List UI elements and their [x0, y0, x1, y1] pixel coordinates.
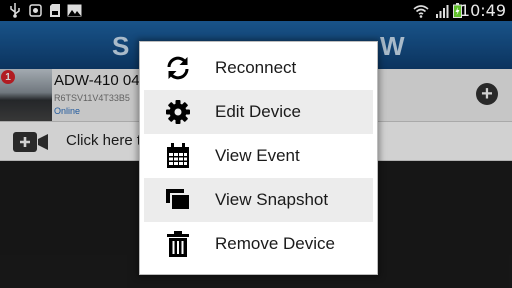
menu-item-label: Edit Device	[215, 102, 301, 121]
usb-icon	[8, 3, 22, 18]
clock: 10:49	[459, 1, 506, 20]
calendar-icon	[164, 142, 192, 170]
refresh-icon	[164, 54, 192, 82]
menu-item-edit-device[interactable]: Edit Device	[144, 90, 373, 134]
image-icon	[66, 3, 82, 18]
menu-item-label: View Snapshot	[215, 190, 329, 209]
snapshot-icon	[164, 186, 192, 214]
menu-item-view-snapshot[interactable]: View Snapshot	[144, 178, 373, 222]
signal-icon	[434, 3, 450, 18]
menu-item-label: Reconnect	[215, 58, 297, 77]
wifi-icon	[412, 3, 430, 18]
status-bar: 10:49	[0, 0, 512, 21]
menu-item-reconnect[interactable]: Reconnect	[144, 46, 373, 90]
menu-item-label: View Event	[215, 146, 300, 165]
sd-card-icon	[48, 3, 62, 18]
gallery-icon	[28, 3, 42, 18]
menu-item-view-event[interactable]: View Event	[144, 134, 373, 178]
trash-icon	[164, 230, 192, 258]
gear-icon	[164, 98, 192, 126]
menu-item-label: Remove Device	[215, 234, 335, 253]
device-context-menu: Reconnect Edit Device View Event View Sn…	[139, 41, 378, 275]
menu-item-remove-device[interactable]: Remove Device	[144, 222, 373, 266]
